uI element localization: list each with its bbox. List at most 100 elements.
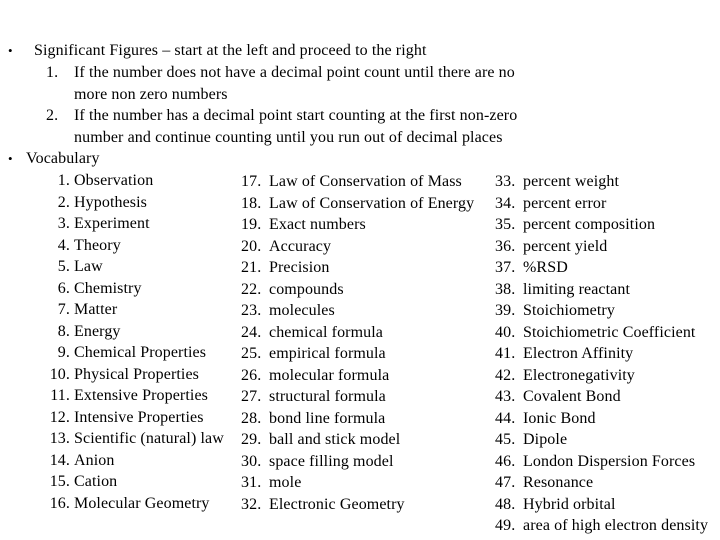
vocabulary-item: 28. bond line formula	[241, 408, 385, 429]
item-number: 48.	[495, 495, 516, 513]
vocabulary-item: 27. structural formula	[241, 386, 386, 407]
item-term: Anion	[74, 451, 115, 469]
vocabulary-item: 49. area of high electron density	[495, 515, 708, 536]
vocabulary-item: 1. Observation	[40, 170, 153, 191]
item-term: Dipole	[523, 431, 568, 448]
vocabulary-item: 15. Cation	[40, 471, 117, 492]
item-term: Precision	[269, 259, 330, 276]
rule-number: 1.	[46, 64, 59, 81]
vocabulary-item: 4. Theory	[40, 235, 121, 256]
vocabulary-item: 47. Resonance	[495, 472, 593, 493]
vocabulary-item: 42. Electronegativity	[495, 365, 635, 386]
vocabulary-item: 46. London Dispersion Forces	[495, 451, 695, 472]
vocabulary-item: 8. Energy	[40, 321, 121, 342]
item-term: Resonance	[523, 474, 594, 491]
item-term: Electronic Geometry	[269, 495, 405, 513]
item-term: ball and stick model	[269, 431, 401, 448]
item-number: 11.	[50, 387, 70, 404]
item-number: 34.	[495, 194, 516, 212]
item-term: compounds	[269, 280, 344, 298]
item-number: 24.	[241, 323, 262, 341]
item-number: 33.	[495, 173, 516, 190]
item-number: 6.	[57, 279, 70, 297]
rule-number: 2.	[46, 107, 59, 124]
item-term: Theory	[74, 236, 121, 254]
sig-figs-heading: Significant Figures – start at the left …	[34, 42, 427, 59]
item-term: Stoichiometry	[523, 302, 615, 319]
item-number: 30.	[241, 452, 262, 470]
item-number: 18.	[241, 194, 262, 212]
item-term: Law of Conservation of Mass	[269, 173, 462, 190]
vocabulary-item: 48. Hybrid orbital	[495, 494, 616, 515]
vocabulary-item: 2. Hypothesis	[40, 192, 147, 213]
vocabulary-item: 34. percent error	[495, 193, 606, 214]
item-number: 49.	[495, 517, 516, 534]
item-term: Matter	[74, 301, 118, 318]
vocabulary-item: 39. Stoichiometry	[495, 300, 615, 321]
item-term: Law	[74, 258, 103, 275]
item-number: 40.	[495, 323, 516, 341]
item-term: bond line formula	[269, 409, 386, 427]
item-term: Observation	[74, 172, 154, 189]
item-number: 21.	[241, 259, 262, 276]
item-term: chemical formula	[269, 323, 383, 341]
item-term: Chemical Properties	[74, 344, 207, 361]
item-number: 2.	[57, 193, 70, 211]
vocabulary-item: 35. percent composition	[495, 214, 655, 235]
item-term: Energy	[74, 322, 121, 340]
vocabulary-item: 7. Matter	[40, 299, 117, 320]
item-number: 16.	[49, 494, 70, 512]
vocabulary-item: 40. Stoichiometric Coefficient	[495, 322, 695, 343]
vocabulary-item: 24. chemical formula	[241, 322, 383, 343]
vocabulary-item: 20. Accuracy	[241, 236, 331, 257]
item-number: 28.	[241, 409, 262, 427]
item-number: 4.	[57, 236, 70, 254]
item-number: 27.	[241, 388, 262, 405]
item-number: 29.	[241, 431, 262, 448]
item-number: 39.	[495, 302, 516, 319]
item-term: Covalent Bond	[523, 388, 621, 405]
item-term: Accuracy	[269, 237, 332, 255]
item-term: space filling model	[269, 452, 394, 470]
item-term: Physical Properties	[74, 365, 199, 383]
item-term: London Dispersion Forces	[523, 452, 696, 470]
item-term: area of high electron density	[523, 517, 709, 534]
item-term: empirical formula	[269, 345, 386, 362]
vocabulary-item: 6. Chemistry	[40, 278, 142, 299]
sig-figs-rule-1: 1. If the number does not have a decimal …	[46, 62, 515, 83]
item-term: Stoichiometric Coefficient	[523, 323, 696, 341]
vocabulary-item: 21. Precision	[241, 257, 329, 278]
item-term: Experiment	[74, 215, 150, 232]
item-number: 22.	[241, 280, 262, 298]
vocabulary-item: 5. Law	[40, 256, 103, 277]
item-number: 14.	[49, 451, 70, 469]
item-number: 17.	[241, 173, 262, 190]
item-term: structural formula	[269, 388, 386, 405]
vocabulary-heading: Vocabulary	[26, 150, 100, 167]
vocabulary-item: 43. Covalent Bond	[495, 386, 621, 407]
item-number: 23.	[241, 302, 262, 319]
item-term: Intensive Properties	[74, 408, 204, 426]
item-term: mole	[269, 474, 302, 491]
rule-text: If the number has a decimal point start …	[74, 107, 518, 124]
vocabulary-item: 37. %RSD	[495, 257, 568, 278]
item-term: Ionic Bond	[523, 409, 596, 427]
vocabulary-item: 41. Electron Affinity	[495, 343, 633, 364]
vocabulary-item: 12. Intensive Properties	[40, 407, 204, 428]
item-term: Exact numbers	[269, 216, 366, 233]
item-term: percent weight	[523, 173, 620, 190]
item-term: Molecular Geometry	[74, 494, 210, 512]
vocabulary-item: 25. empirical formula	[241, 343, 386, 364]
item-number: 9.	[57, 344, 70, 361]
vocabulary-item: 38. limiting reactant	[495, 279, 630, 300]
item-term: Hybrid orbital	[523, 495, 616, 513]
vocabulary-item: 3. Experiment	[40, 213, 150, 234]
vocabulary-item: 18. Law of Conservation of Energy	[241, 193, 474, 214]
item-number: 36.	[495, 237, 516, 255]
item-term: molecular formula	[269, 366, 390, 384]
vocabulary-item: 29. ball and stick model	[241, 429, 400, 450]
vocabulary-item: 9. Chemical Properties	[40, 342, 206, 363]
item-number: 47.	[495, 474, 516, 491]
vocabulary-item: 13. Scientific (natural) law	[40, 428, 224, 449]
item-term: Hypothesis	[74, 193, 147, 211]
